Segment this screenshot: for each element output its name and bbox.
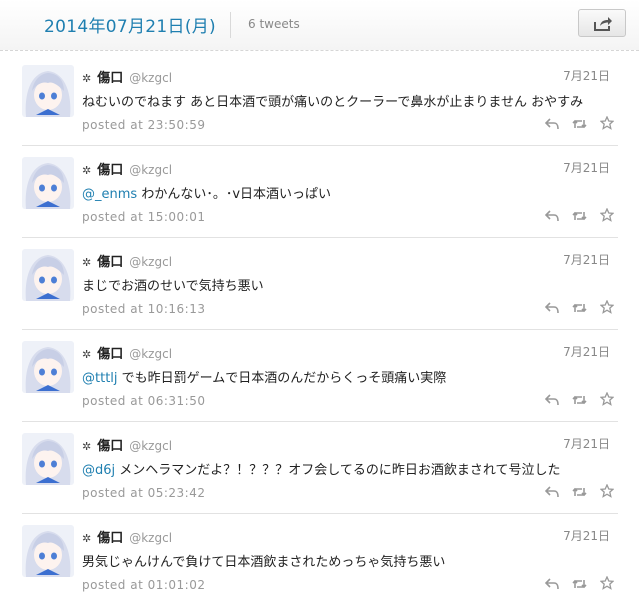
gear-icon: ✲ xyxy=(82,72,92,85)
tweet-item: ✲ 傷口 @kzgcl 7月21日 まじでお酒のせいで気持ち悪い posted at… xyxy=(22,238,618,330)
reply-icon[interactable] xyxy=(544,391,559,410)
author-row: ✲ 傷口 @kzgcl xyxy=(82,343,172,362)
author-row: ✲ 傷口 @kzgcl xyxy=(82,67,172,86)
posted-time[interactable]: posted at 15:00:01 xyxy=(82,210,206,224)
tweet-body: 男気じゃんけんで負けて日本酒飲まされためっちゃ気持ち悪い xyxy=(82,555,446,570)
author-name[interactable]: 傷口 xyxy=(97,347,123,362)
tweet-item: ✲ 傷口 @kzgcl 7月21日 @_enms わかんない･。･v日本酒いっぱい … xyxy=(22,146,618,238)
favorite-icon[interactable] xyxy=(599,575,615,594)
retweet-icon[interactable] xyxy=(572,207,587,226)
tweet-actions xyxy=(537,482,615,498)
gear-icon: ✲ xyxy=(82,440,92,453)
header-divider xyxy=(230,12,231,38)
tweet-date[interactable]: 7月21日 xyxy=(563,435,610,452)
mention-link[interactable]: @d6j xyxy=(82,463,115,478)
author-handle[interactable]: @kzgcl xyxy=(129,163,172,177)
author-name[interactable]: 傷口 xyxy=(97,71,123,86)
mention-link[interactable]: @_enms xyxy=(82,187,137,202)
tweet-item: ✲ 傷口 @kzgcl 7月21日 @d6j メンヘラマンだよ？！？？？オフ会してる… xyxy=(22,422,618,514)
tweet-item: ✲ 傷口 @kzgcl 7月21日 男気じゃんけんで負けて日本酒飲まされためっちゃ気… xyxy=(22,514,618,605)
avatar[interactable] xyxy=(22,433,74,485)
author-name[interactable]: 傷口 xyxy=(97,163,123,178)
share-button[interactable] xyxy=(578,9,626,37)
author-row: ✲ 傷口 @kzgcl xyxy=(82,527,172,546)
author-name[interactable]: 傷口 xyxy=(97,531,123,546)
favorite-icon[interactable] xyxy=(599,207,615,226)
tweet-body: でも昨日罰ゲームで日本酒のんだからくっそ頭痛い実際 xyxy=(117,371,447,386)
mention-link[interactable]: @tttlj xyxy=(82,371,118,386)
tweet-item: ✲ 傷口 @kzgcl 7月21日 ねむいのでねます あと日本酒で頭が痛いのとクーラ… xyxy=(22,54,618,146)
avatar[interactable] xyxy=(22,341,74,393)
retweet-icon[interactable] xyxy=(572,575,587,594)
tweet-date[interactable]: 7月21日 xyxy=(563,67,610,84)
retweet-icon[interactable] xyxy=(572,391,587,410)
favorite-icon[interactable] xyxy=(599,115,615,134)
tweet-date[interactable]: 7月21日 xyxy=(563,527,610,544)
favorite-icon[interactable] xyxy=(599,299,615,318)
tweet-body: まじでお酒のせいで気持ち悪い xyxy=(82,279,264,294)
posted-time[interactable]: posted at 05:23:42 xyxy=(82,486,206,500)
reply-icon[interactable] xyxy=(544,207,559,226)
gear-icon: ✲ xyxy=(82,532,92,545)
gear-icon: ✲ xyxy=(82,348,92,361)
author-handle[interactable]: @kzgcl xyxy=(129,531,172,545)
tweet-list: ✲ 傷口 @kzgcl 7月21日 ねむいのでねます あと日本酒で頭が痛いのとクーラ… xyxy=(22,54,618,605)
author-handle[interactable]: @kzgcl xyxy=(129,255,172,269)
page-header: 2014年07月21日(月) 6 tweets xyxy=(0,0,639,51)
avatar[interactable] xyxy=(22,157,74,209)
tweet-count: 6 tweets xyxy=(248,17,300,31)
author-handle[interactable]: @kzgcl xyxy=(129,71,172,85)
reply-icon[interactable] xyxy=(544,115,559,134)
tweet-actions xyxy=(537,114,615,130)
author-row: ✲ 傷口 @kzgcl xyxy=(82,251,172,270)
retweet-icon[interactable] xyxy=(572,299,587,318)
tweet-body: メンヘラマンだよ？！？？？オフ会してるのに昨日お酒飲まされて号泣した xyxy=(115,463,561,478)
avatar[interactable] xyxy=(22,65,74,117)
author-name[interactable]: 傷口 xyxy=(97,439,123,454)
tweet-actions xyxy=(537,206,615,222)
retweet-icon[interactable] xyxy=(572,483,587,502)
reply-icon[interactable] xyxy=(544,299,559,318)
tweet-actions xyxy=(537,574,615,590)
author-row: ✲ 傷口 @kzgcl xyxy=(82,159,172,178)
date-title: 2014年07月21日(月) xyxy=(44,17,216,37)
author-handle[interactable]: @kzgcl xyxy=(129,439,172,453)
tweet-date[interactable]: 7月21日 xyxy=(563,343,610,360)
retweet-icon[interactable] xyxy=(572,115,587,134)
gear-icon: ✲ xyxy=(82,164,92,177)
avatar[interactable] xyxy=(22,525,74,577)
tweet-body: ねむいのでねます あと日本酒で頭が痛いのとクーラーで鼻水が止まりません おやすみ xyxy=(82,95,584,110)
author-name[interactable]: 傷口 xyxy=(97,255,123,270)
tweet-text: @_enms わかんない･。･v日本酒いっぱい xyxy=(82,183,331,202)
posted-time[interactable]: posted at 06:31:50 xyxy=(82,394,206,408)
reply-icon[interactable] xyxy=(544,483,559,502)
tweet-text: @d6j メンヘラマンだよ？！？？？オフ会してるのに昨日お酒飲まされて号泣した xyxy=(82,459,561,478)
tweet-item: ✲ 傷口 @kzgcl 7月21日 @tttlj でも昨日罰ゲームで日本酒のんだから… xyxy=(22,330,618,422)
tweet-text: ねむいのでねます あと日本酒で頭が痛いのとクーラーで鼻水が止まりません おやすみ xyxy=(82,91,583,110)
tweet-text: @tttlj でも昨日罰ゲームで日本酒のんだからくっそ頭痛い実際 xyxy=(82,367,446,386)
posted-time[interactable]: posted at 23:50:59 xyxy=(82,118,206,132)
author-row: ✲ 傷口 @kzgcl xyxy=(82,435,172,454)
tweet-body: わかんない･。･v日本酒いっぱい xyxy=(137,187,332,202)
reply-icon[interactable] xyxy=(544,575,559,594)
favorite-icon[interactable] xyxy=(599,483,615,502)
posted-time[interactable]: posted at 01:01:02 xyxy=(82,578,206,592)
tweet-actions xyxy=(537,390,615,406)
avatar[interactable] xyxy=(22,249,74,301)
gear-icon: ✲ xyxy=(82,256,92,269)
posted-time[interactable]: posted at 10:16:13 xyxy=(82,302,206,316)
tweet-text: 男気じゃんけんで負けて日本酒飲まされためっちゃ気持ち悪い xyxy=(82,551,445,570)
favorite-icon[interactable] xyxy=(599,391,615,410)
tweet-actions xyxy=(537,298,615,314)
share-icon xyxy=(594,17,612,31)
tweet-text: まじでお酒のせいで気持ち悪い xyxy=(82,275,264,294)
tweet-date[interactable]: 7月21日 xyxy=(563,159,610,176)
author-handle[interactable]: @kzgcl xyxy=(129,347,172,361)
tweet-date[interactable]: 7月21日 xyxy=(563,251,610,268)
